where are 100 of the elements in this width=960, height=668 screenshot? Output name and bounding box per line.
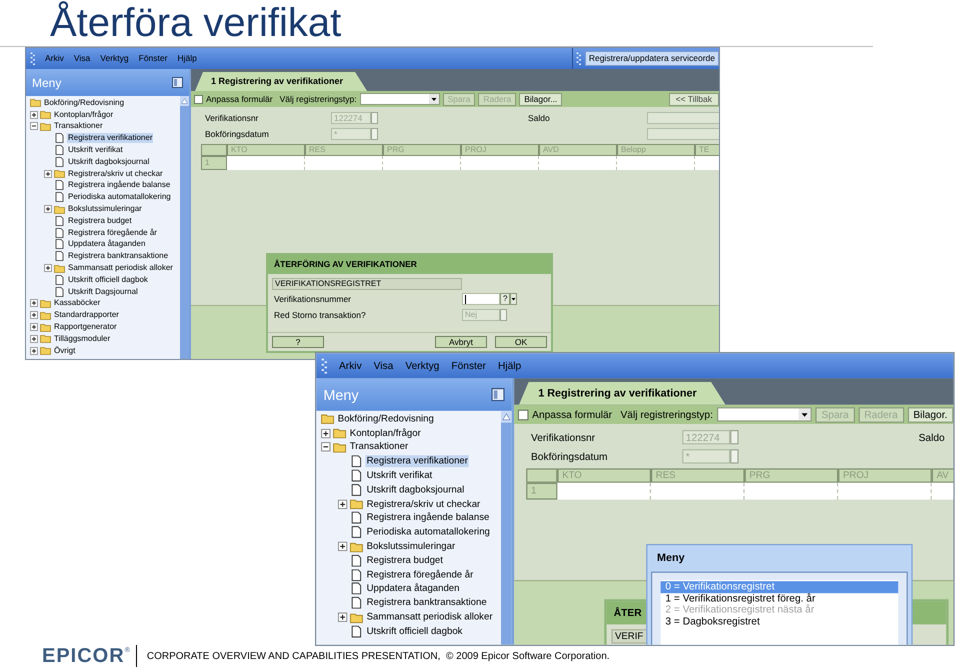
menu-item[interactable]: Visa <box>68 52 96 65</box>
lookup-button[interactable] <box>371 128 378 140</box>
expand-icon[interactable] <box>30 299 38 308</box>
scroll-up-icon[interactable] <box>180 96 189 106</box>
collapse-icon[interactable] <box>321 442 331 452</box>
menu-item[interactable]: Arkiv <box>333 358 368 374</box>
expand-icon[interactable] <box>338 499 348 509</box>
input-field[interactable] <box>462 293 500 305</box>
tree-item[interactable]: Utskrift verifikat <box>365 470 434 482</box>
tree-item[interactable]: Övrigt <box>53 346 76 356</box>
tree-item[interactable]: Registrera verifikationer <box>365 456 470 468</box>
tree-item[interactable]: Registrera budget <box>67 216 133 226</box>
tree-item[interactable]: Kontoplan/frågor <box>348 427 422 440</box>
lookup-button[interactable] <box>730 430 739 444</box>
list-item[interactable]: 1 = Verifikationsregistret föreg. år <box>660 592 898 604</box>
menu-item[interactable]: Fönster <box>134 52 172 65</box>
table-cell[interactable] <box>305 156 383 170</box>
back-button[interactable]: << Tillbak <box>668 92 719 106</box>
scrollbar[interactable] <box>501 410 512 645</box>
tree-item[interactable]: Utskrift dagboksjournal <box>67 156 150 167</box>
menu-item[interactable]: Hjälp <box>492 358 528 374</box>
dialog-button[interactable]: OK <box>495 336 547 348</box>
scrollbar[interactable] <box>180 96 189 359</box>
lookup-button[interactable] <box>500 309 507 321</box>
tree-item[interactable]: Periodiska automatallokering <box>365 526 492 538</box>
tree-item[interactable]: Registrera föregående år <box>67 228 158 238</box>
menu-item[interactable]: Fönster <box>445 358 492 374</box>
tree-item[interactable]: Registrera ingående balanse <box>365 512 491 524</box>
panel-toggle-icon[interactable] <box>172 77 183 88</box>
expand-icon[interactable] <box>30 334 38 343</box>
tree-item[interactable]: Standardrapporter <box>53 310 120 320</box>
tree-item[interactable]: Registrera/skriv ut checkar <box>67 168 164 179</box>
tree-item[interactable]: Bokslutssimuleringar <box>365 540 456 552</box>
dialog-button[interactable]: Avbryt <box>435 336 487 348</box>
tree-item[interactable]: Rapportgenerator <box>53 322 118 332</box>
lookup-button[interactable] <box>730 449 739 464</box>
tree-item[interactable]: Utskrift verifikat <box>67 145 124 156</box>
table-cell[interactable] <box>617 156 695 170</box>
tree-item[interactable]: Bokslutssimuleringar <box>67 204 143 214</box>
dropdown-icon[interactable] <box>510 293 518 305</box>
expand-icon[interactable] <box>30 323 38 332</box>
list-item[interactable]: 3 = Dagboksregistret <box>660 615 898 627</box>
taskbar-button[interactable]: Registrera/uppdatera serviceorde <box>584 51 719 66</box>
tree-item[interactable]: Tilläggsmoduler <box>53 334 112 344</box>
expand-icon[interactable] <box>338 612 348 622</box>
checkbox[interactable] <box>194 94 203 104</box>
tree-item[interactable]: Kontoplan/frågor <box>53 110 114 120</box>
expand-icon[interactable] <box>44 264 52 272</box>
panel-toggle-icon[interactable] <box>491 388 505 402</box>
tree-item[interactable]: Registrera budget <box>365 554 444 567</box>
tree-item[interactable]: Registrera banktransaktione <box>365 597 488 610</box>
type-select[interactable] <box>716 407 812 422</box>
tree-item[interactable]: Registrera ingående balanse <box>67 180 172 190</box>
expand-icon[interactable] <box>30 311 38 320</box>
table-cell[interactable] <box>838 482 932 500</box>
table-cell[interactable] <box>557 482 651 500</box>
form-tab[interactable]: 1 Registrering av verifikationer <box>519 382 726 405</box>
tree-item[interactable]: Registrera verifikationer <box>67 133 154 144</box>
table-cell[interactable] <box>227 156 305 170</box>
expand-icon[interactable] <box>30 110 38 119</box>
tree-item[interactable]: Bokföring/Redovisning <box>336 413 436 426</box>
tree-item[interactable]: Kassaböcker <box>53 298 102 308</box>
scroll-up-icon[interactable] <box>501 410 512 423</box>
expand-icon[interactable] <box>44 205 52 214</box>
tree-item[interactable]: Registrera föregående år <box>365 568 475 581</box>
tree-item[interactable]: Registrera banktransaktione <box>67 251 170 262</box>
tree-item[interactable]: Sammansatt periodisk alloker <box>365 611 494 624</box>
menu-item[interactable]: Visa <box>368 358 400 374</box>
tree-item[interactable]: Utskrift dagboksjournal <box>365 484 466 496</box>
tree-item[interactable]: Registrera/skriv ut checkar <box>365 498 482 510</box>
menu-item[interactable]: Hjälp <box>172 52 202 65</box>
tree-item[interactable]: Uppdatera åtaganden <box>365 582 461 595</box>
expand-icon[interactable] <box>44 170 52 178</box>
table-cell[interactable] <box>383 156 461 170</box>
table-cell[interactable] <box>461 156 539 170</box>
lookup-button[interactable] <box>371 112 378 124</box>
toolbar-button[interactable]: Bilagor... <box>519 92 562 106</box>
table-cell[interactable] <box>539 156 617 170</box>
help-button[interactable]: ? <box>500 293 510 305</box>
tree-item[interactable]: Bokföring/Redovisning <box>43 98 126 108</box>
dialog-button[interactable]: ? <box>272 336 324 348</box>
type-select[interactable] <box>360 93 440 105</box>
tree-item[interactable]: Uppdatera åtaganden <box>67 239 146 250</box>
tree-item[interactable]: Utskrift officiell dagbok <box>67 274 149 285</box>
form-tab[interactable]: 1 Registrering av verifikationer <box>195 72 368 91</box>
checkbox[interactable] <box>518 409 529 420</box>
tree-item[interactable]: Transaktioner <box>348 441 410 454</box>
menu-item[interactable]: Verktyg <box>399 358 446 374</box>
menu-item[interactable]: Arkiv <box>40 52 69 65</box>
tree-item[interactable]: Utskrift Dagsjournal <box>67 286 139 297</box>
tree-item[interactable]: Sammansatt periodisk alloker <box>67 263 174 274</box>
expand-icon[interactable] <box>338 542 348 552</box>
collapse-icon[interactable] <box>30 122 38 130</box>
table-cell[interactable] <box>651 482 745 500</box>
tree-item[interactable]: Periodiska automatallokering <box>67 192 172 202</box>
menu-item[interactable]: Verktyg <box>95 52 134 65</box>
tree-item[interactable]: Transaktioner <box>53 121 104 132</box>
toolbar-button[interactable]: Bilagor. <box>907 406 954 422</box>
expand-icon[interactable] <box>321 428 331 438</box>
table-cell[interactable] <box>744 482 838 500</box>
